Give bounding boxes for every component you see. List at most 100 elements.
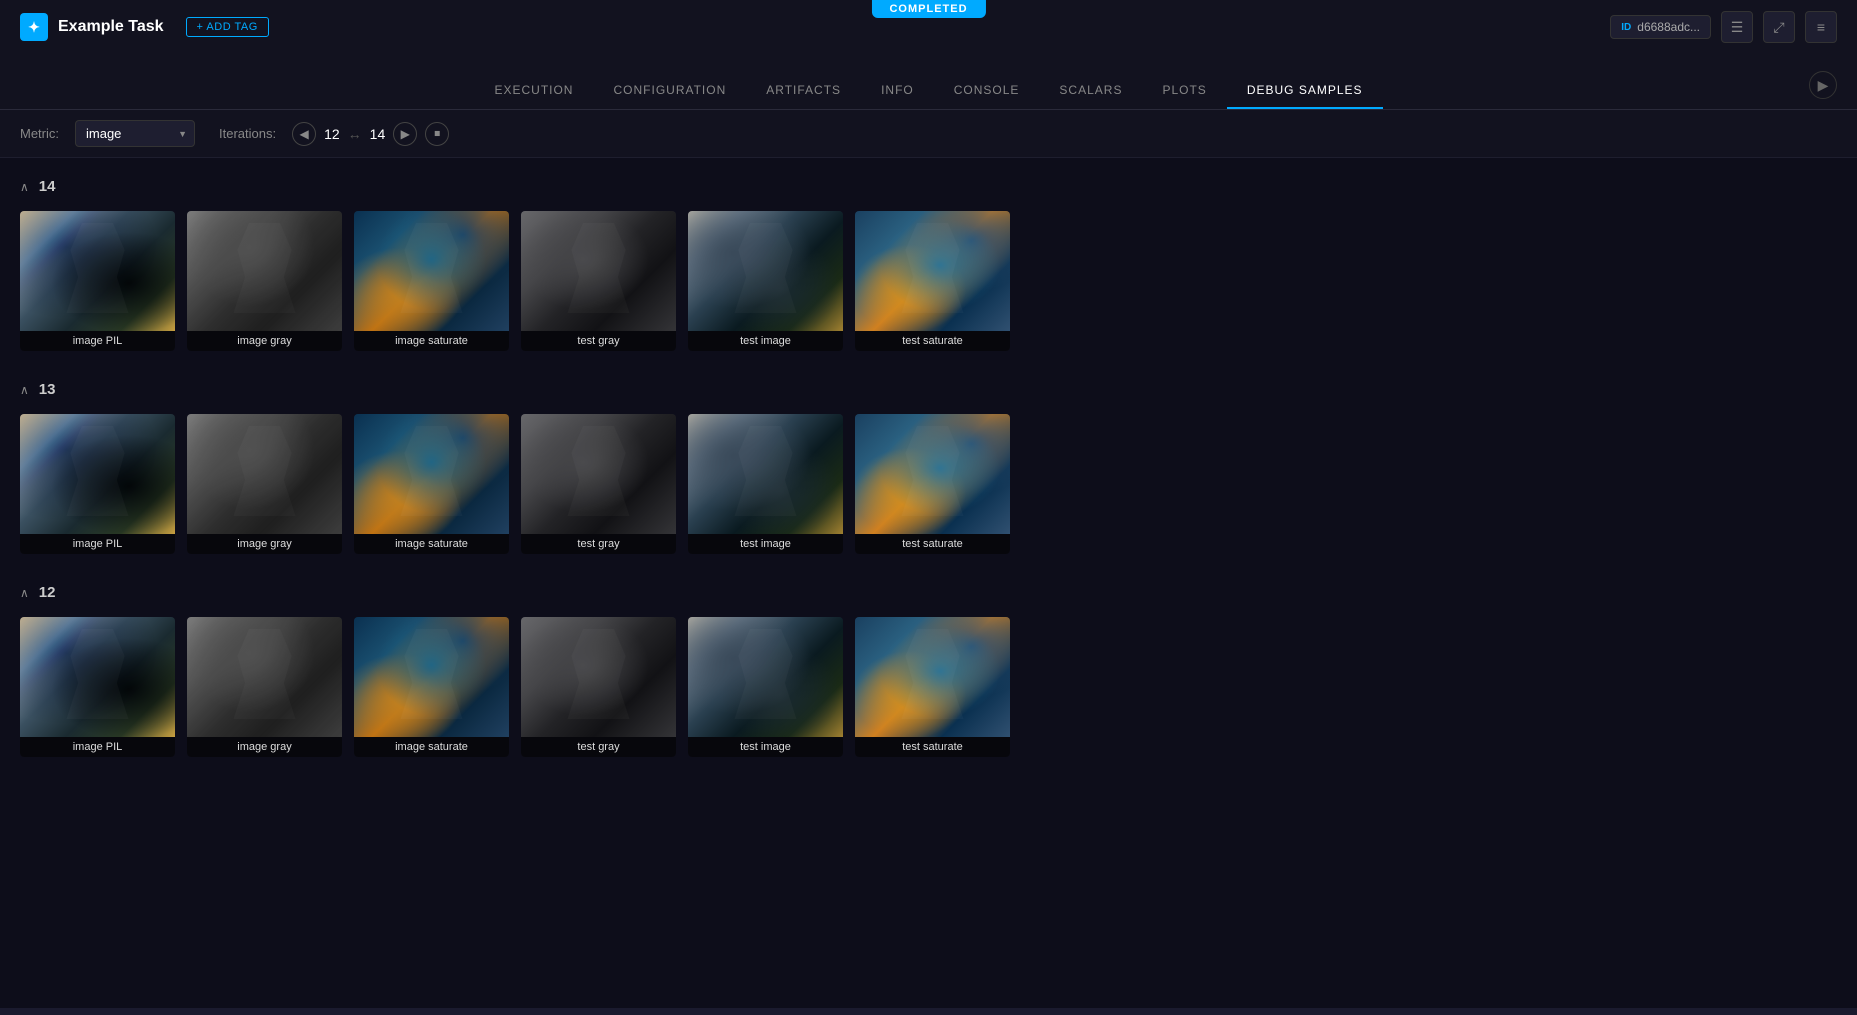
tab-configuration[interactable]: CONFIGURATION <box>593 73 746 109</box>
logo-area: ✦ Example Task + ADD TAG <box>20 13 269 41</box>
section-number-14: 14 <box>39 178 56 195</box>
metric-select-wrapper: imagetest <box>75 120 195 147</box>
iter-separator: ↔ <box>348 126 362 142</box>
image-label-img-pil-13: image PIL <box>20 534 175 554</box>
section-toggle-14[interactable]: ∧ <box>20 180 29 194</box>
menu-icon-button[interactable]: ≡ <box>1805 11 1837 43</box>
id-value: d6688adc... <box>1637 20 1700 34</box>
images-grid-14: image PIL image gray image saturate test gr… <box>20 211 1837 351</box>
image-thumb-img-saturate-12 <box>354 617 509 737</box>
image-label-img-pil-12: image PIL <box>20 737 175 757</box>
tab-info[interactable]: INFO <box>861 73 934 109</box>
image-thumb-img-gray-13 <box>187 414 342 534</box>
image-thumb-img-test-gray-12 <box>521 617 676 737</box>
image-label-img-test-gray-13: test gray <box>521 534 676 554</box>
image-card-img-gray-12[interactable]: image gray <box>187 617 342 757</box>
image-label-img-saturate-14: image saturate <box>354 331 509 351</box>
image-label-img-test-image-14: test image <box>688 331 843 351</box>
fullscreen-icon-button[interactable]: ⤢ <box>1763 11 1795 43</box>
image-card-img-test-gray-13[interactable]: test gray <box>521 414 676 554</box>
image-card-img-test-image-13[interactable]: test image <box>688 414 843 554</box>
add-tag-button[interactable]: + ADD TAG <box>186 17 269 37</box>
section-number-12: 12 <box>39 584 56 601</box>
toolbar: Metric: imagetest Iterations: ◀ 12 ↔ 14 … <box>0 110 1857 158</box>
iteration-controls: ◀ 12 ↔ 14 ▶ ⏹ <box>292 122 449 146</box>
section-header-13: ∧ 13 <box>20 381 1837 398</box>
image-label-img-saturate-12: image saturate <box>354 737 509 757</box>
image-label-img-saturate-13: image saturate <box>354 534 509 554</box>
image-thumb-img-test-image-14 <box>688 211 843 331</box>
play-icon-button[interactable]: ▶ <box>1809 71 1837 99</box>
image-thumb-img-test-gray-13 <box>521 414 676 534</box>
image-thumb-img-test-saturate-12 <box>855 617 1010 737</box>
image-card-img-saturate-13[interactable]: image saturate <box>354 414 509 554</box>
image-label-img-test-saturate-12: test saturate <box>855 737 1010 757</box>
iter-end-value: 14 <box>370 126 386 142</box>
image-label-img-gray-13: image gray <box>187 534 342 554</box>
tab-plots[interactable]: PLOTS <box>1142 73 1226 109</box>
image-thumb-img-pil-14 <box>20 211 175 331</box>
iterations-label: Iterations: <box>219 126 276 141</box>
iter-play-button[interactable]: ▶ <box>393 122 417 146</box>
section-toggle-12[interactable]: ∧ <box>20 586 29 600</box>
image-thumb-img-pil-12 <box>20 617 175 737</box>
section-header-12: ∧ 12 <box>20 584 1837 601</box>
image-thumb-img-saturate-13 <box>354 414 509 534</box>
notes-icon-button[interactable]: ☰ <box>1721 11 1753 43</box>
image-card-img-pil-12[interactable]: image PIL <box>20 617 175 757</box>
metric-select[interactable]: imagetest <box>75 120 195 147</box>
section-12: ∧ 12 image PIL image gray image saturate test… <box>20 584 1837 757</box>
image-thumb-img-test-saturate-13 <box>855 414 1010 534</box>
image-card-img-test-gray-14[interactable]: test gray <box>521 211 676 351</box>
image-thumb-img-test-saturate-14 <box>855 211 1010 331</box>
image-label-img-gray-14: image gray <box>187 331 342 351</box>
image-label-img-test-saturate-14: test saturate <box>855 331 1010 351</box>
image-thumb-img-pil-13 <box>20 414 175 534</box>
section-header-14: ∧ 14 <box>20 178 1837 195</box>
image-label-img-test-gray-12: test gray <box>521 737 676 757</box>
image-card-img-saturate-12[interactable]: image saturate <box>354 617 509 757</box>
main-content: ∧ 14 image PIL image gray image saturate test… <box>0 158 1857 1008</box>
image-label-img-test-saturate-13: test saturate <box>855 534 1010 554</box>
image-card-img-test-image-14[interactable]: test image <box>688 211 843 351</box>
tab-scalars[interactable]: SCALARS <box>1039 73 1142 109</box>
task-id-badge: ID d6688adc... <box>1610 15 1711 39</box>
section-13: ∧ 13 image PIL image gray image saturate test… <box>20 381 1837 554</box>
tab-execution[interactable]: EXECUTION <box>474 73 593 109</box>
iter-stop-button[interactable]: ⏹ <box>425 122 449 146</box>
image-label-img-test-gray-14: test gray <box>521 331 676 351</box>
image-thumb-img-gray-14 <box>187 211 342 331</box>
metric-label: Metric: <box>20 126 59 141</box>
tab-debug-samples[interactable]: DEBUG SAMPLES <box>1227 73 1383 109</box>
logo-icon: ✦ <box>20 13 48 41</box>
image-card-img-gray-14[interactable]: image gray <box>187 211 342 351</box>
section-toggle-13[interactable]: ∧ <box>20 383 29 397</box>
iter-prev-button[interactable]: ◀ <box>292 122 316 146</box>
image-card-img-test-saturate-14[interactable]: test saturate <box>855 211 1010 351</box>
image-card-img-pil-14[interactable]: image PIL <box>20 211 175 351</box>
header-actions: ID d6688adc... ☰ ⤢ ≡ <box>1610 11 1837 43</box>
section-number-13: 13 <box>39 381 56 398</box>
tab-artifacts[interactable]: ARTIFACTS <box>746 73 861 109</box>
image-card-img-test-gray-12[interactable]: test gray <box>521 617 676 757</box>
image-card-img-saturate-14[interactable]: image saturate <box>354 211 509 351</box>
image-card-img-gray-13[interactable]: image gray <box>187 414 342 554</box>
image-label-img-gray-12: image gray <box>187 737 342 757</box>
nav-tabs: EXECUTIONCONFIGURATIONARTIFACTSINFOCONSO… <box>0 55 1857 109</box>
image-thumb-img-gray-12 <box>187 617 342 737</box>
section-14: ∧ 14 image PIL image gray image saturate test… <box>20 178 1837 351</box>
tab-console[interactable]: CONSOLE <box>934 73 1040 109</box>
image-card-img-test-saturate-13[interactable]: test saturate <box>855 414 1010 554</box>
images-grid-13: image PIL image gray image saturate test gr… <box>20 414 1837 554</box>
id-label: ID <box>1621 22 1631 33</box>
image-thumb-img-saturate-14 <box>354 211 509 331</box>
image-card-img-pil-13[interactable]: image PIL <box>20 414 175 554</box>
image-thumb-img-test-gray-14 <box>521 211 676 331</box>
task-title: Example Task <box>58 18 164 36</box>
image-label-img-test-image-13: test image <box>688 534 843 554</box>
image-thumb-img-test-image-13 <box>688 414 843 534</box>
images-grid-12: image PIL image gray image saturate test gr… <box>20 617 1837 757</box>
image-card-img-test-image-12[interactable]: test image <box>688 617 843 757</box>
image-card-img-test-saturate-12[interactable]: test saturate <box>855 617 1010 757</box>
image-label-img-test-image-12: test image <box>688 737 843 757</box>
